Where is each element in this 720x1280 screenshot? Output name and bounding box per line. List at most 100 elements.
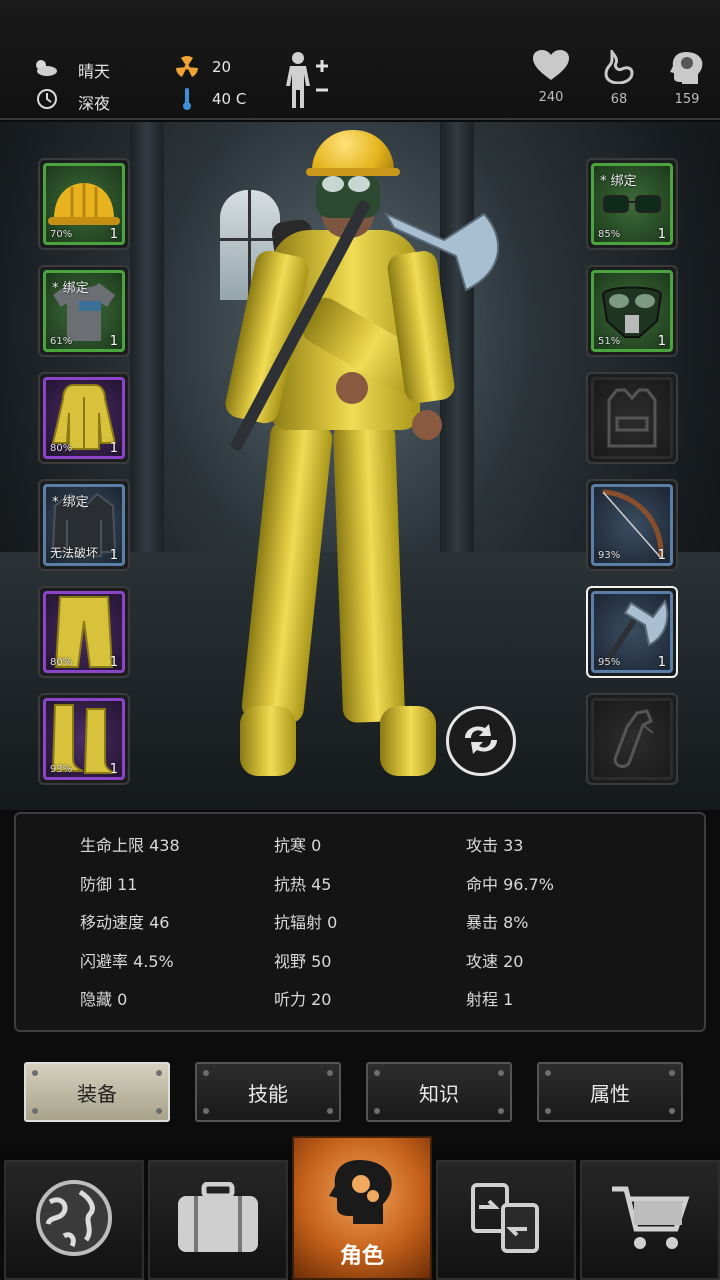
tab-label: 技能 <box>248 1081 288 1106</box>
bound-tag: * 绑定 <box>52 281 89 296</box>
vital-sanity: 159 <box>662 50 712 107</box>
stomach-icon <box>604 47 634 88</box>
slot-throwable[interactable] <box>586 693 678 785</box>
durability-percent: 80% <box>50 657 73 668</box>
nav-trade[interactable] <box>436 1160 576 1280</box>
head-gears-icon <box>327 1156 397 1230</box>
slot-melee[interactable]: 95% 1 <box>586 586 678 678</box>
slot-frame <box>591 377 673 459</box>
tab-label: 属性 <box>590 1081 630 1106</box>
stat-entry: 移动速度 46 <box>80 913 170 932</box>
slot-frame: 80% 1 <box>43 377 125 459</box>
slot-mask[interactable]: 51% 1 <box>586 265 678 357</box>
cloud-sun-icon <box>32 54 58 80</box>
durability-percent: 70% <box>50 229 73 240</box>
item-quantity: 1 <box>657 655 666 670</box>
vest-empty-icon <box>594 380 670 456</box>
stat-entry: 攻击 33 <box>466 836 524 855</box>
slot-frame: 51% 1 <box>591 270 673 352</box>
nav-inventory[interactable] <box>148 1160 288 1280</box>
slot-glasses[interactable]: * 绑定 85% 1 <box>586 158 678 250</box>
stat-entry: 生命上限 438 <box>80 836 180 855</box>
suitcase-icon <box>176 1181 260 1258</box>
character-scene: 70% 1 * 绑定 61% 1 80% 1 * 绑定 无法破坏 1 80% 1 93% 1 * 绑定 85… <box>0 122 720 810</box>
slot-frame: 80% 1 <box>43 591 125 673</box>
heart-icon <box>533 50 569 86</box>
item-quantity: 1 <box>109 548 118 563</box>
slot-shirt[interactable]: * 绑定 61% 1 <box>38 265 130 357</box>
slot-frame <box>591 698 673 780</box>
radiation-icon <box>174 54 200 80</box>
tab-skills[interactable]: 技能 <box>195 1062 341 1122</box>
durability-percent: 93% <box>598 550 621 561</box>
vital-hunger: 68 <box>594 47 644 107</box>
swap-arrows-icon <box>459 722 503 760</box>
slot-armor[interactable] <box>586 372 678 464</box>
tab-attributes[interactable]: 属性 <box>537 1062 683 1122</box>
molotov-empty-icon <box>594 701 670 777</box>
slot-frame: 93% 1 <box>43 698 125 780</box>
slot-backpack[interactable]: * 绑定无法破坏 1 <box>38 479 130 571</box>
exchange-icon <box>469 1181 543 1259</box>
health-value: 240 <box>538 90 564 105</box>
slot-boots[interactable]: 93% 1 <box>38 693 130 785</box>
stat-entry: 抗热 45 <box>274 874 332 894</box>
durability-percent: 85% <box>598 229 621 240</box>
bound-tag: * 绑定 <box>600 174 637 189</box>
stat-entry: 命中 96.7% <box>466 874 554 894</box>
radiation-value: 20 <box>212 58 232 76</box>
item-quantity: 1 <box>657 548 666 563</box>
item-quantity: 1 <box>109 441 118 456</box>
time-label: 深夜 <box>78 94 111 113</box>
slot-frame: * 绑定 61% 1 <box>43 270 125 352</box>
tab-knowledge[interactable]: 知识 <box>366 1062 512 1122</box>
durability-percent: 95% <box>598 657 621 668</box>
stat-entry: 闪避率 4.5% <box>80 951 174 971</box>
slot-helmet[interactable]: 70% 1 <box>38 158 130 250</box>
durability-percent: 51% <box>598 336 621 347</box>
slot-frame: * 绑定无法破坏 1 <box>43 484 125 566</box>
nav-character[interactable]: 角色 <box>292 1136 432 1280</box>
slot-pants[interactable]: 80% 1 <box>38 586 130 678</box>
stat-entry: 听力 20 <box>274 990 332 1009</box>
slot-jacket[interactable]: 80% 1 <box>38 372 130 464</box>
status-bar: 晴天 深夜 20 40 C 240 68 159 <box>0 0 720 120</box>
nav-map[interactable] <box>4 1160 144 1280</box>
stat-entry: 防御 11 <box>80 874 138 894</box>
tab-label: 装备 <box>77 1081 117 1106</box>
stat-entry: 视野 50 <box>274 951 332 971</box>
temperature-value: 40 C <box>212 90 247 108</box>
tab-label: 知识 <box>419 1081 459 1106</box>
bound-tag: * 绑定 <box>52 495 89 510</box>
sanity-value: 159 <box>674 92 700 107</box>
vital-health: 240 <box>526 50 576 105</box>
nav-shop[interactable] <box>580 1160 720 1280</box>
item-quantity: 1 <box>109 334 118 349</box>
durability-percent: 93% <box>50 764 73 775</box>
body-plus-minus-icon[interactable] <box>284 50 332 114</box>
thermometer-icon <box>174 86 200 112</box>
swap-loadout-button[interactable] <box>446 706 516 776</box>
durability-percent: 61% <box>50 336 73 347</box>
globe-icon <box>34 1178 114 1262</box>
item-quantity: 1 <box>657 334 666 349</box>
stat-entry: 攻速 20 <box>466 951 524 971</box>
slot-frame: 93% 1 <box>591 484 673 566</box>
item-quantity: 1 <box>109 762 118 777</box>
durability-percent: 80% <box>50 443 73 454</box>
tab-equipment[interactable]: 装备 <box>24 1062 170 1122</box>
slot-frame: 70% 1 <box>43 163 125 245</box>
clock-icon <box>34 86 60 112</box>
stat-entry: 隐藏 0 <box>80 990 128 1009</box>
nav-label: 角色 <box>339 1244 384 1269</box>
hunger-value: 68 <box>610 92 628 107</box>
slot-frame: * 绑定 85% 1 <box>591 163 673 245</box>
cart-icon <box>610 1183 690 1257</box>
stat-entry: 抗寒 0 <box>274 836 322 855</box>
slot-ranged[interactable]: 93% 1 <box>586 479 678 571</box>
slot-frame: 95% 1 <box>591 591 673 673</box>
head-brain-icon <box>670 52 704 88</box>
stat-entry: 抗辐射 0 <box>274 913 338 932</box>
stats-panel: 生命上限 438 抗寒 0 攻击 33 防御 11 抗热 45 命中 96.7% 移动速度 … <box>14 812 706 1032</box>
indestructible-note: 无法破坏 <box>50 546 99 560</box>
